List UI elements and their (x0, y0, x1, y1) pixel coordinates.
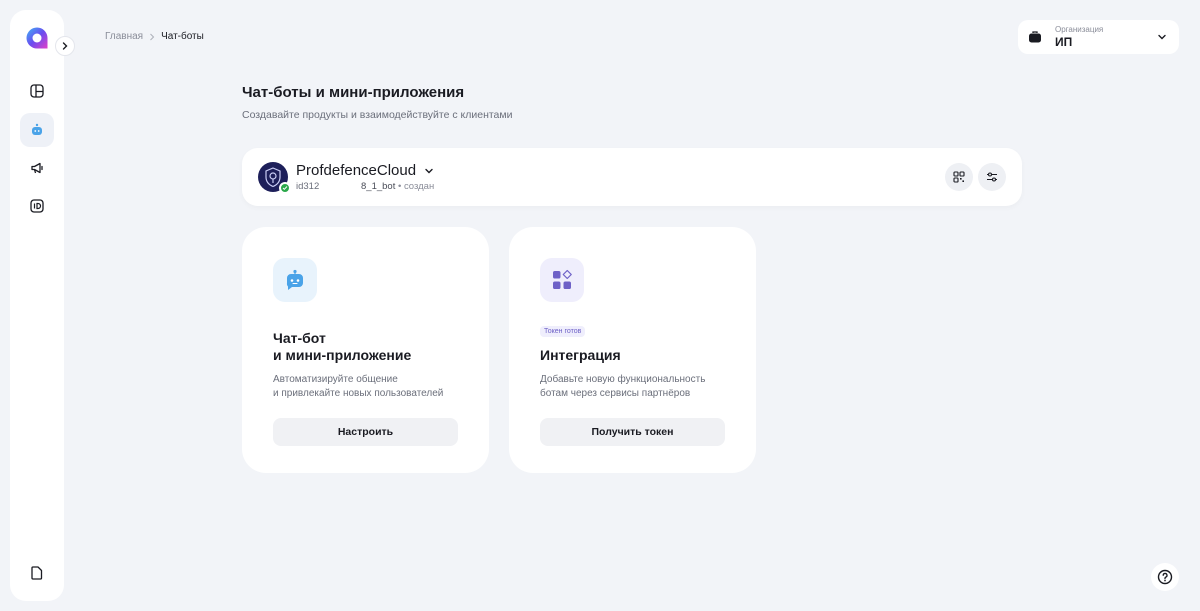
chatbot-desc-line1: Автоматизируйте общение (273, 374, 398, 385)
breadcrumb: Главная Чат-боты (105, 31, 204, 42)
id-card-icon (30, 199, 44, 213)
chatbot-icon (286, 269, 303, 290)
sidebar-item-broadcasts[interactable] (20, 151, 54, 185)
sliders-icon (987, 172, 997, 182)
integration-feature-card: Токен готов Интеграция Добавьте новую фу… (509, 227, 756, 473)
megaphone-icon (31, 162, 43, 174)
sidebar-item-id[interactable] (20, 189, 54, 223)
apps-icon (553, 269, 572, 289)
integration-description: Добавьте новую функциональность ботам че… (540, 373, 730, 401)
chevron-right-icon (150, 33, 155, 40)
chatbot-feature-icon-wrap (273, 258, 317, 302)
chatbot-desc-line2: и привлекайте новых пользователей (273, 388, 444, 399)
bot-username: 8_1_bot (361, 181, 396, 192)
bot-status: • создан (397, 181, 435, 192)
sidebar-item-documents[interactable] (20, 556, 54, 590)
chatbot-title-line1: Чат-бот (273, 330, 326, 346)
app-logo-icon[interactable] (25, 26, 49, 50)
chatbot-feature-card: Чат-бот и мини-приложение Автоматизируйт… (242, 227, 489, 473)
briefcase-icon (1029, 31, 1041, 43)
bot-meta: id312 8_1_bot • создан (296, 181, 434, 192)
sidebar-expand-button[interactable] (55, 36, 75, 56)
help-icon (1157, 569, 1173, 585)
chevron-down-icon (425, 168, 433, 173)
bot-card: ProfdefenceCloud id312 8_1_bot • создан (242, 148, 1022, 206)
get-token-button[interactable]: Получить токен (540, 418, 725, 446)
breadcrumb-home-link[interactable]: Главная (105, 31, 143, 42)
bot-settings-button[interactable] (978, 163, 1006, 191)
organization-value: ИП (1055, 35, 1073, 49)
dashboard-icon (30, 84, 44, 98)
chatbot-icon (32, 123, 42, 135)
chevron-down-icon (1158, 34, 1166, 40)
token-ready-badge: Токен готов (540, 326, 586, 337)
bot-name: ProfdefenceCloud (296, 162, 417, 179)
qr-code-button[interactable] (945, 163, 973, 191)
breadcrumb-current: Чат-боты (161, 31, 204, 42)
integration-desc-line2: ботам через сервисы партнёров (540, 388, 691, 399)
chatbot-title-line2: и мини-приложение (273, 347, 412, 363)
bot-id: id312 (296, 181, 320, 192)
integration-feature-icon-wrap (540, 258, 584, 302)
integration-desc-line1: Добавьте новую функциональность (540, 374, 706, 385)
qr-code-icon (953, 171, 965, 183)
sidebar (10, 10, 75, 601)
verified-badge (279, 182, 291, 194)
sidebar-item-chatbots[interactable] (20, 113, 54, 147)
chatbot-description: Автоматизируйте общение и привлекайте но… (273, 373, 463, 401)
chevron-right-icon (62, 42, 68, 50)
bot-selector[interactable]: ProfdefenceCloud (296, 162, 434, 179)
integration-title: Интеграция (540, 347, 621, 363)
document-icon (31, 566, 43, 580)
check-icon (282, 186, 288, 191)
organization-selector[interactable]: Организация ИП (1018, 20, 1179, 54)
configure-button[interactable]: Настроить (273, 418, 458, 446)
organization-label: Организация (1055, 25, 1104, 34)
help-button[interactable] (1151, 563, 1179, 591)
page-subtitle: Создавайте продукты и взаимодействуйте с… (242, 109, 513, 121)
page-title: Чат-боты и мини-приложения (242, 84, 465, 101)
sidebar-item-dashboard[interactable] (20, 74, 54, 108)
